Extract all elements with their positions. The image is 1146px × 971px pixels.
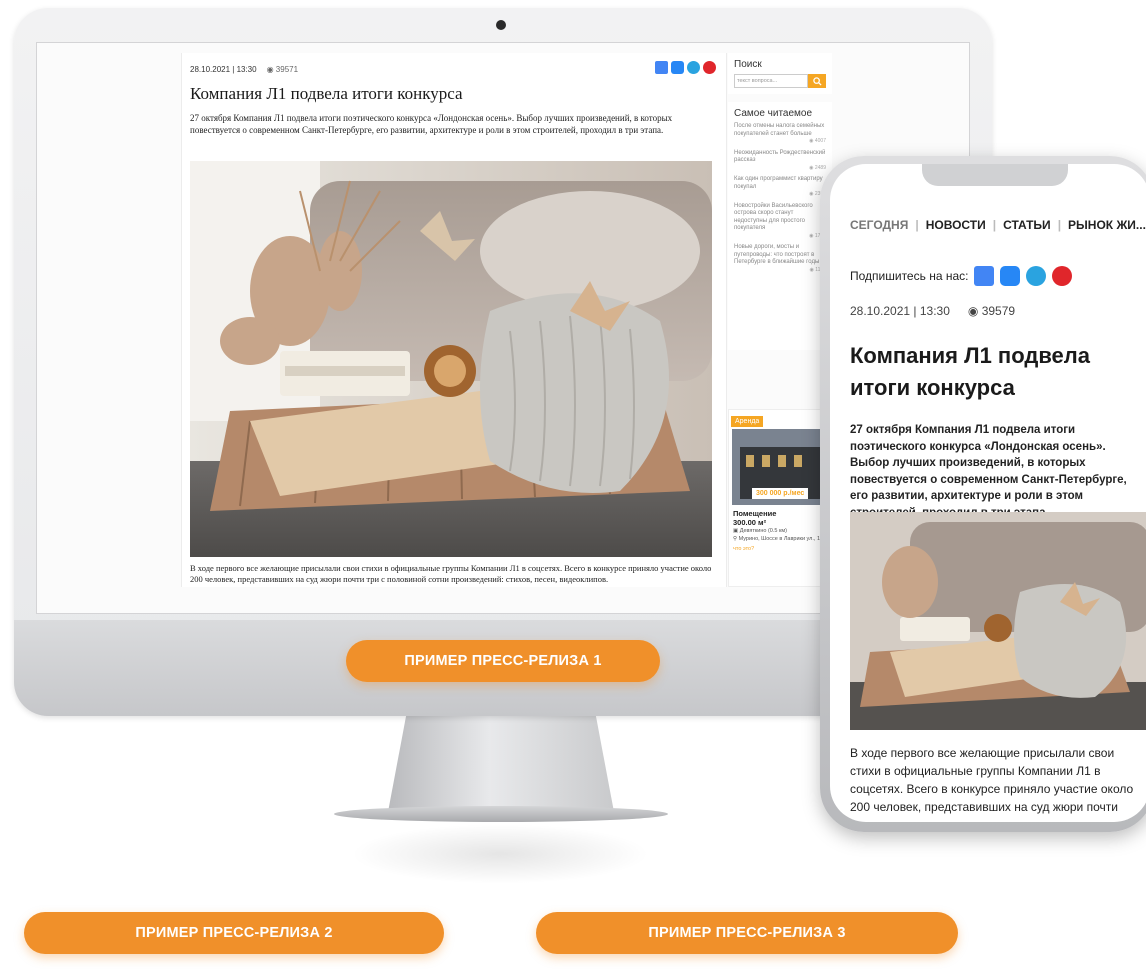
popular-item-views: ◉ 1729 — [734, 233, 826, 241]
article-meta: 28.10.2021 | 13:30 ◉ 39571 — [190, 65, 718, 74]
popular-item-views: ◉ 2489 — [809, 164, 826, 171]
release-example-2-button[interactable]: ПРИМЕР ПРЕСС-РЕЛИЗА 2 — [24, 912, 444, 954]
popular-item-count: 4007 — [814, 138, 826, 144]
nav-separator: | — [1057, 218, 1062, 232]
ad-metro: ▣ Девяткино (0.5 км) — [733, 528, 788, 534]
search-title: Поиск — [734, 59, 762, 70]
zen-icon[interactable] — [703, 61, 716, 74]
popular-title: Самое читаемое — [734, 108, 813, 119]
nav-item-market[interactable]: РЫНОК ЖИ... — [1068, 218, 1146, 232]
phone-photo-image — [850, 512, 1146, 730]
telegram-icon[interactable] — [687, 61, 700, 74]
popular-item-text: Неожиданность Рождественский рассказ — [734, 149, 826, 164]
phone-article-title: Компания Л1 подвела итоги конкурса — [850, 343, 1091, 400]
release-example-1-button[interactable]: ПРИМЕР ПРЕСС-РЕЛИЗА 1 — [346, 640, 660, 682]
popular-box: Самое читаемое После отмены налога семей… — [728, 102, 832, 350]
telegram-icon[interactable] — [1026, 266, 1047, 286]
article-body: В ходе первого все желающие присылали св… — [190, 563, 712, 584]
stage: 28.10.2021 | 13:30 ◉ 39571 Компания Л1 п… — [0, 0, 1146, 971]
social-links — [655, 61, 716, 74]
search-button[interactable] — [808, 74, 826, 88]
ad-tag: Аренда — [731, 416, 764, 427]
google-news-icon[interactable] — [655, 61, 668, 74]
popular-item-text: После отмены налога семейных покупателей… — [734, 123, 825, 137]
article-photo-image — [190, 161, 712, 557]
ad-address: ⚲ Мурино, Шоссе в Лаврики ул., 14А — [733, 536, 827, 542]
phone-nav: СЕГОДНЯ | НОВОСТИ | СТАТЬИ | РЫНОК ЖИ... — [850, 218, 1146, 232]
popular-item-views: ◉ 4007 — [809, 138, 826, 144]
nav-item-today[interactable]: СЕГОДНЯ — [850, 218, 908, 232]
subscribe-label: Подпишитесь на нас: — [850, 269, 969, 283]
popular-item[interactable]: Новые дороги, мосты и путепроводы: что п… — [734, 244, 826, 274]
phone-views-count: 39579 — [981, 304, 1016, 318]
phone-notch — [922, 164, 1068, 186]
popular-item-text: Новостройки Васильевского острова скоро … — [734, 202, 813, 232]
ad-area: 300.00 м² — [733, 518, 767, 527]
monitor-stand-base — [334, 806, 668, 822]
popular-item-text: Новые дороги, мосты и путепроводы: что п… — [734, 244, 820, 265]
phone-article-meta: 28.10.2021 | 13:30 ◉ 39579 — [850, 304, 1015, 318]
popular-item[interactable]: Новостройки Васильевского острова скоро … — [734, 203, 826, 241]
nav-item-news[interactable]: НОВОСТИ — [926, 218, 986, 232]
phone-article-body: В ходе первого все желающие присылали св… — [850, 746, 1134, 814]
nav-separator: | — [992, 218, 997, 232]
ad-name: Помещение — [733, 509, 777, 518]
popular-item-views: ◉ 1177 — [734, 267, 826, 275]
sidebar: Поиск текст вопроса... Самое читаемое По… — [728, 53, 832, 587]
ad-price: 300 000 р./мес — [752, 488, 809, 499]
search-input[interactable]: текст вопроса... — [734, 74, 808, 88]
desktop-article: 28.10.2021 | 13:30 ◉ 39571 Компания Л1 п… — [181, 53, 727, 587]
article-photo — [190, 161, 712, 557]
phone-screen: СЕГОДНЯ | НОВОСТИ | СТАТЬИ | РЫНОК ЖИ... По… — [830, 164, 1146, 822]
popular-item-count: 2489 — [814, 164, 826, 171]
stand-shadow — [350, 824, 650, 884]
camera-icon — [496, 20, 506, 30]
ad-metro-text: Девяткино (0.5 км) — [739, 528, 788, 534]
popular-item[interactable]: Как один программист квартиру покупал◉ 2… — [734, 176, 826, 199]
vk-icon[interactable] — [671, 61, 684, 74]
popular-item[interactable]: После отмены налога семейных покупателей… — [734, 123, 826, 146]
ad-address-text: Мурино, Шоссе в Лаврики ул., 14А — [738, 536, 827, 542]
phone-views: ◉ 39579 — [967, 304, 1016, 318]
views-count: 39571 — [275, 65, 299, 74]
release-example-3-button[interactable]: ПРИМЕР ПРЕСС-РЕЛИЗА 3 — [536, 912, 958, 954]
article-lead: 27 октября Компания Л1 подвела итоги поэ… — [190, 113, 673, 135]
ad-image: 300 000 р./мес — [732, 429, 828, 505]
nav-separator: | — [915, 218, 919, 232]
ad-info-link[interactable]: что это? — [733, 546, 827, 552]
vk-icon[interactable] — [1000, 266, 1021, 286]
article-title: Компания Л1 подвела итоги конкурса — [190, 84, 463, 103]
nav-item-articles[interactable]: СТАТЬИ — [1003, 218, 1051, 232]
popular-item-views: ◉ 2391 — [734, 191, 826, 199]
search-icon — [812, 76, 822, 86]
views-counter: ◉ 39571 — [266, 65, 299, 74]
article-date: 28.10.2021 | 13:30 — [190, 65, 257, 74]
phone-article-lead: 27 октября Компания Л1 подвела итоги поэ… — [850, 424, 1127, 519]
popular-item[interactable]: Неожиданность Рождественский рассказ ◉ 24… — [734, 150, 826, 173]
monitor-stand — [388, 716, 614, 812]
search-row: текст вопроса... — [734, 74, 826, 88]
ad-card[interactable]: Аренда 300 000 р./мес Помещение 300.00 м… — [728, 409, 832, 587]
zen-icon[interactable] — [1052, 266, 1073, 286]
subscribe-row: Подпишитесь на нас: — [850, 266, 1073, 286]
phone-article-photo — [850, 512, 1146, 730]
search-box: Поиск текст вопроса... — [728, 53, 832, 94]
google-news-icon[interactable] — [974, 266, 995, 286]
phone-article-date: 28.10.2021 | 13:30 — [850, 304, 950, 318]
popular-item-text: Как один программист квартиру покупал — [734, 176, 823, 190]
